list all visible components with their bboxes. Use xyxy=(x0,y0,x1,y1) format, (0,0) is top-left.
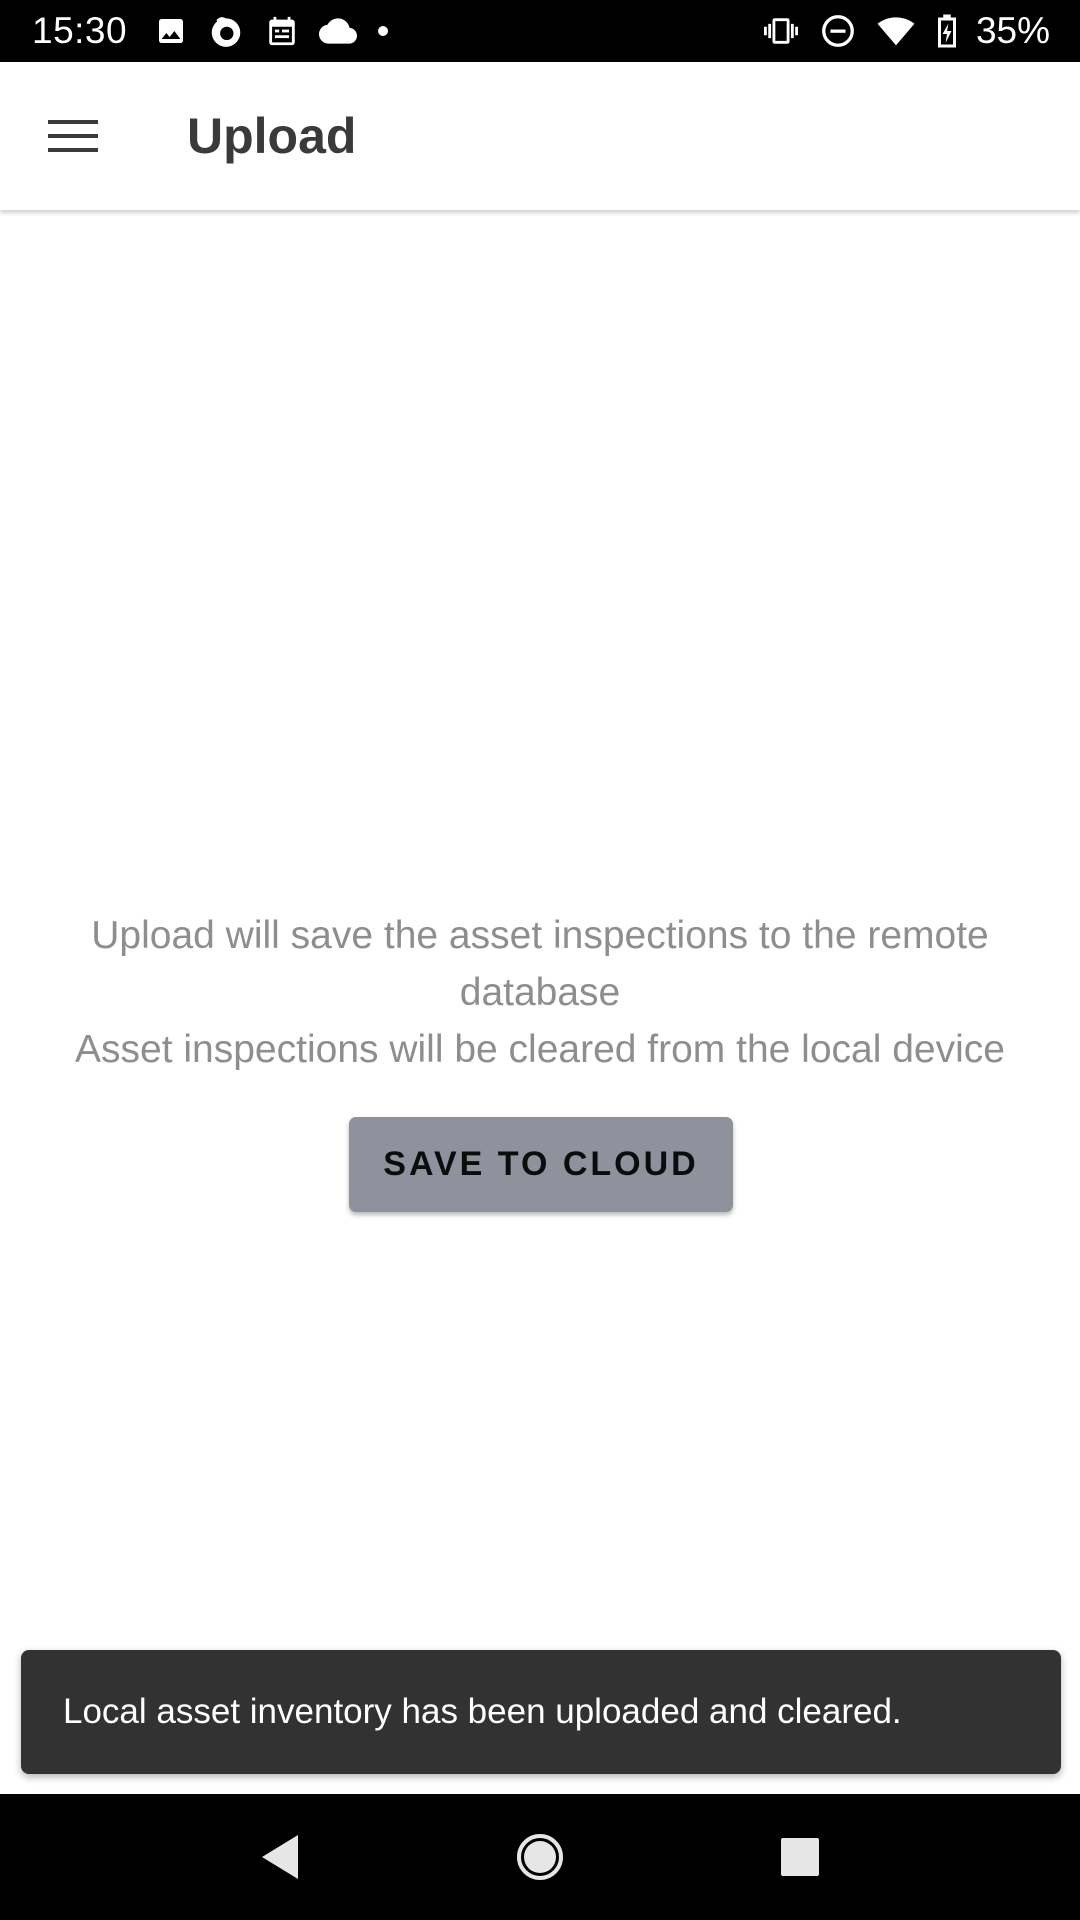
snackbar: Local asset inventory has been uploaded … xyxy=(21,1650,1061,1774)
wifi-icon xyxy=(876,15,916,47)
home-icon[interactable] xyxy=(495,1812,585,1902)
dot-icon xyxy=(377,25,389,37)
image-icon xyxy=(155,15,187,47)
vibrate-icon xyxy=(762,14,800,48)
calendar-icon xyxy=(265,14,299,48)
status-time: 15:30 xyxy=(32,10,128,51)
firefox-icon xyxy=(207,12,245,50)
snackbar-message: Local asset inventory has been uploaded … xyxy=(63,1692,902,1731)
status-bar: 15:30 35% xyxy=(0,0,1080,62)
app-bar: Upload xyxy=(0,62,1080,210)
do-not-disturb-icon xyxy=(820,13,856,49)
upload-info-text: Upload will save the asset inspections t… xyxy=(30,907,1050,1078)
status-left: 15:30 xyxy=(32,10,409,52)
screen: 15:30 35% Upload Upload will save the as… xyxy=(0,0,1080,1920)
info-line-1: Upload will save the asset inspections t… xyxy=(91,914,989,1014)
main-content: Upload will save the asset inspections t… xyxy=(0,210,1080,1794)
page-title: Upload xyxy=(187,108,357,164)
status-right: 35% xyxy=(756,10,1050,52)
battery-percent: 35% xyxy=(975,10,1050,51)
hamburger-menu-icon[interactable] xyxy=(37,100,109,172)
save-to-cloud-button[interactable]: SAVE TO CLOUD xyxy=(349,1117,733,1212)
info-line-2: Asset inspections will be cleared from t… xyxy=(75,1028,1005,1071)
navigation-bar xyxy=(0,1794,1080,1920)
battery-charging-icon xyxy=(936,13,958,49)
back-icon[interactable] xyxy=(235,1812,325,1902)
recents-icon[interactable] xyxy=(755,1812,845,1902)
cloud-icon xyxy=(319,16,358,46)
